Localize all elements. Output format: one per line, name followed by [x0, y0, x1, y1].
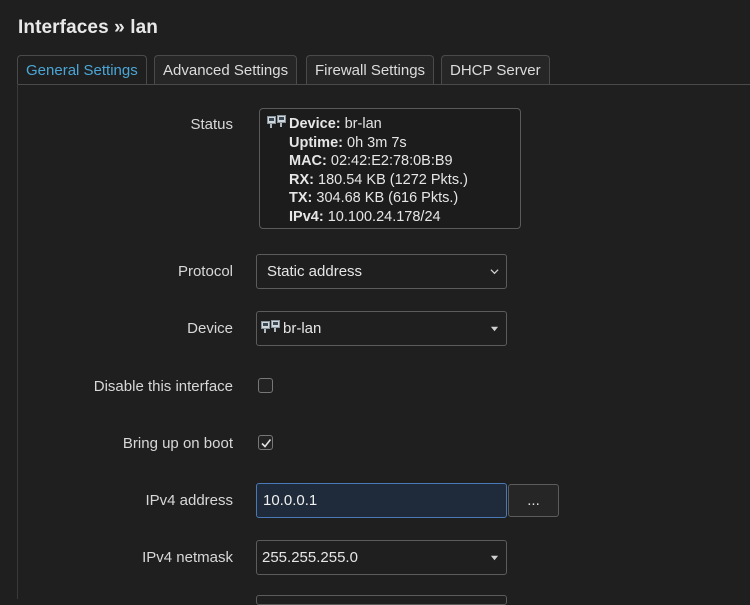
protocol-select-value: Static address	[267, 263, 362, 280]
status-uptime-key: Uptime:	[289, 135, 343, 151]
ipv4-address-input[interactable]	[256, 483, 507, 518]
tab-advanced-settings[interactable]: Advanced Settings	[154, 55, 297, 84]
bring-up-on-boot-label: Bring up on boot	[123, 435, 233, 452]
device-select[interactable]: br-lan	[256, 311, 507, 346]
panel-border	[17, 84, 18, 599]
status-rx-value: 180.54 KB (1272 Pkts.)	[314, 172, 468, 188]
ipv4-netmask-label: IPv4 netmask	[142, 549, 233, 566]
status-ipv4-row: IPv4: 10.100.24.178/24	[267, 208, 520, 227]
status-tx-key: TX:	[289, 190, 312, 206]
device-label: Device	[187, 320, 233, 337]
tab-dhcp-server[interactable]: DHCP Server	[441, 55, 550, 84]
chevron-down-icon	[490, 267, 499, 276]
status-label: Status	[190, 116, 233, 133]
status-tx-value: 304.68 KB (616 Pkts.)	[312, 190, 458, 206]
status-uptime-value: 0h 3m 7s	[343, 135, 407, 151]
status-tx-row: TX: 304.68 KB (616 Pkts.)	[267, 189, 520, 208]
status-mac-row: MAC: 02:42:E2:78:0B:B9	[267, 152, 520, 171]
disable-interface-checkbox[interactable]	[258, 378, 273, 393]
tab-divider	[17, 84, 750, 85]
status-box: Device: br-lan Uptime: 0h 3m 7s MAC: 02:…	[259, 108, 521, 229]
status-mac-value: 02:42:E2:78:0B:B9	[327, 153, 453, 169]
disable-interface-label: Disable this interface	[94, 378, 233, 395]
caret-down-icon	[490, 324, 499, 333]
ipv4-netmask-value: 255.255.255.0	[262, 549, 358, 566]
network-port-icon	[261, 313, 281, 327]
next-field[interactable]	[256, 595, 507, 605]
ipv4-address-label: IPv4 address	[145, 492, 233, 509]
tab-general-settings[interactable]: General Settings	[17, 55, 147, 85]
ipv4-address-more-button[interactable]: ...	[508, 484, 559, 517]
device-select-value: br-lan	[283, 320, 321, 337]
bring-up-on-boot-checkbox[interactable]	[258, 435, 273, 450]
protocol-label: Protocol	[178, 263, 233, 280]
protocol-select[interactable]: Static address	[256, 254, 507, 289]
status-ipv4-value: 10.100.24.178/24	[324, 209, 441, 225]
status-rx-row: RX: 180.54 KB (1272 Pkts.)	[267, 171, 520, 190]
network-port-icon	[267, 115, 287, 129]
status-rx-key: RX:	[289, 172, 314, 188]
status-device-row: Device: br-lan	[267, 115, 520, 134]
tab-bar: General Settings Advanced Settings Firew…	[17, 55, 750, 85]
status-uptime-row: Uptime: 0h 3m 7s	[267, 134, 520, 153]
status-ipv4-key: IPv4:	[289, 209, 324, 225]
status-device-key: Device:	[289, 116, 341, 132]
status-mac-key: MAC:	[289, 153, 327, 169]
tab-firewall-settings[interactable]: Firewall Settings	[306, 55, 434, 84]
checkmark-icon	[260, 437, 272, 449]
caret-down-icon	[490, 553, 499, 562]
ipv4-netmask-select[interactable]: 255.255.255.0	[256, 540, 507, 575]
status-device-value: br-lan	[341, 116, 382, 132]
page-title: Interfaces » lan	[18, 17, 158, 39]
